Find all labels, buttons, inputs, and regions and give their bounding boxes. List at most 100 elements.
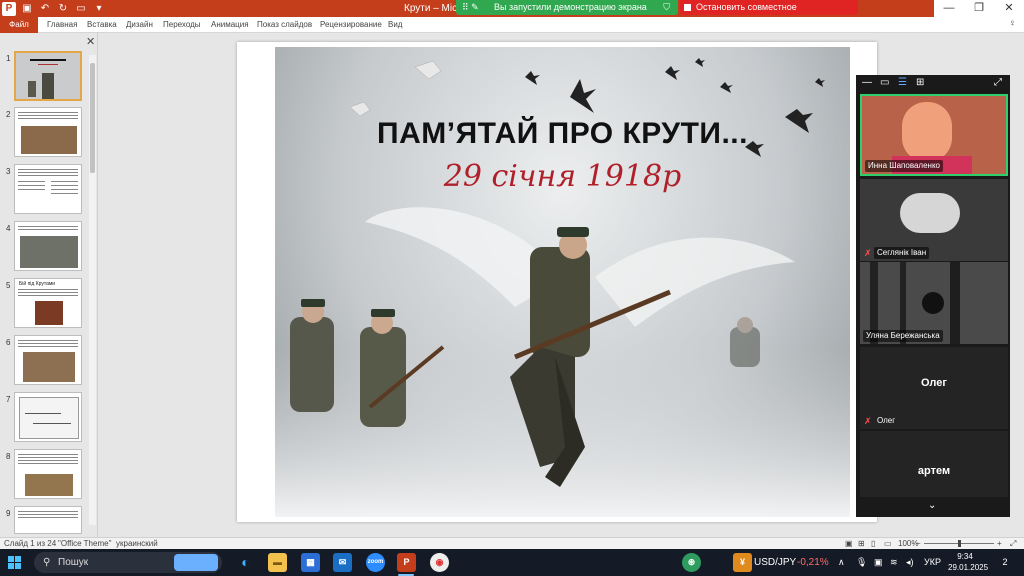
participant-placeholder-name: Олег [921, 377, 947, 389]
participant-tile[interactable]: Уляна Бережанська [860, 262, 1008, 344]
gallery-strip-icon[interactable]: ☰ [898, 77, 907, 88]
tab-design[interactable]: Дизайн [126, 17, 153, 33]
windows-start-icon[interactable] [8, 556, 21, 569]
start-slideshow-icon[interactable]: ▭ [74, 2, 88, 16]
thumbnail-image [14, 164, 82, 214]
muted-mic-icon: ✗ [864, 416, 872, 426]
vpn-icon[interactable]: ⊛ [682, 553, 701, 572]
slide-sorter-icon[interactable]: ⊞ [858, 539, 865, 548]
minimize-panel-icon[interactable]: — [862, 77, 872, 88]
theme-name: "Office Theme" [58, 539, 112, 548]
mail-icon[interactable]: ✉ [333, 553, 352, 572]
participant-tile[interactable]: Инна Шаповаленко [860, 94, 1008, 176]
minimize-button[interactable]: — [934, 0, 964, 17]
thumbnail-2[interactable]: 2 [0, 107, 88, 159]
camera-icon[interactable]: ▣ [874, 549, 883, 576]
thumbnail-number: 5 [6, 281, 11, 290]
video-panel-toolbar: — ▭ ☰ ⊞ ⤢ [856, 75, 1010, 93]
slide-title: ПАМ’ЯТАЙ ПРО КРУТИ... [377, 117, 748, 150]
tab-transitions[interactable]: Переходы [163, 17, 201, 33]
video-participants-panel: — ▭ ☰ ⊞ ⤢ Инна Шаповаленко Сеглянік Іван… [856, 75, 1010, 517]
document-title: Крути – Mic [404, 3, 458, 14]
maximize-button[interactable]: ❐ [964, 0, 994, 17]
market-ticker-symbol[interactable]: USD/JPY [754, 549, 796, 576]
thumbnail-image: Бій під Крутами [14, 278, 82, 328]
thumbnail-3[interactable]: 3 [0, 164, 88, 216]
currency-icon: ¥ [733, 553, 752, 572]
wifi-icon[interactable]: ≋ [890, 549, 898, 576]
thumbnail-4[interactable]: 4 [0, 221, 88, 273]
stop-sharing-button[interactable]: Остановить совместное использование [680, 0, 858, 27]
search-label: Пошук [58, 557, 89, 568]
thumbnail-number: 2 [6, 110, 11, 119]
microphone-icon[interactable]: 🎙 [856, 549, 867, 576]
thumbnail-6[interactable]: 6 [0, 335, 88, 387]
language-indicator[interactable]: УКР [924, 549, 941, 576]
thumbnail-5[interactable]: 5 Бій під Крутами [0, 278, 88, 330]
scrollbar-thumb[interactable] [90, 63, 95, 173]
title-bar: P ▣ ↶ ↻ ▭ ▾ Крути – Mic ⠿ ✎ Вы запустили… [0, 0, 1024, 27]
tab-home[interactable]: Главная [47, 17, 77, 33]
normal-view-icon[interactable]: ▣ [845, 539, 853, 548]
thumbnail-number: 7 [6, 395, 11, 404]
participant-name: Уляна Бережанська [863, 330, 943, 342]
thumbnail-image [14, 449, 82, 499]
market-ticker-change: -0,21% [797, 557, 829, 568]
thumbnail-8[interactable]: 8 [0, 449, 88, 501]
thumbnail-7[interactable]: 7 [0, 392, 88, 444]
zoom-slider-thumb[interactable] [958, 540, 961, 547]
tab-view[interactable]: Вид [388, 17, 402, 33]
tab-animations[interactable]: Анимация [211, 17, 249, 33]
participant-tile[interactable]: Сеглянік Іван ✗ [860, 179, 1008, 261]
participant-tile[interactable]: артем [860, 431, 1008, 497]
thumbnail-scrollbar[interactable] [89, 55, 96, 525]
share-grip-icon[interactable]: ⠿ ✎ [462, 0, 479, 15]
grid-view-icon[interactable]: ⊞ [916, 77, 924, 88]
expand-panel-icon[interactable]: ⤢ [994, 77, 1002, 88]
volume-icon[interactable]: ◂) [906, 549, 914, 576]
stop-icon [684, 4, 691, 11]
system-clock[interactable]: 9:34 29.01.2025 [948, 551, 988, 573]
chrome-icon[interactable]: ◉ [430, 553, 449, 572]
language-indicator[interactable]: украинский [116, 539, 158, 548]
edge-icon[interactable]: ◐ [236, 553, 255, 572]
store-icon[interactable]: ▦ [301, 553, 320, 572]
file-explorer-icon[interactable]: ▬ [268, 553, 287, 572]
powerpoint-icon: P [2, 1, 16, 16]
save-icon[interactable]: ▣ [20, 2, 34, 16]
thumbnail-image [14, 506, 82, 534]
tab-slideshow[interactable]: Показ слайдов [257, 17, 312, 33]
fit-to-window-icon[interactable]: ⤢ [1010, 539, 1016, 549]
close-pane-icon[interactable]: ✕ [86, 35, 95, 48]
close-button[interactable]: ✕ [994, 0, 1024, 17]
ribbon-tabs: Файл Главная Вставка Дизайн Переходы Ани… [0, 17, 1024, 33]
taskbar-search[interactable]: ⚲ Пошук [34, 552, 222, 573]
powerpoint-taskbar-icon[interactable]: P [397, 553, 416, 572]
slide-counter: Слайд 1 из 24 [4, 539, 57, 548]
search-highlight-icon [174, 554, 218, 571]
tab-file[interactable]: Файл [0, 17, 38, 33]
notification-count: 2 [1002, 557, 1008, 567]
participant-tile[interactable]: Олег ✗ Олег [860, 347, 1008, 429]
thumbnail-number: 9 [6, 509, 11, 518]
search-icon[interactable]: ♀ [1009, 18, 1017, 29]
zoom-in-icon[interactable]: + [997, 539, 1002, 548]
view-option-icon[interactable]: ▭ [880, 77, 889, 88]
tab-insert[interactable]: Вставка [87, 17, 117, 33]
chevron-down-icon[interactable]: ⌄ [928, 500, 936, 511]
zoom-out-icon[interactable]: − [916, 539, 921, 548]
avatar [902, 102, 952, 162]
muted-mic-icon: ✗ [864, 248, 872, 258]
notification-icon[interactable]: 2 [998, 555, 1012, 569]
tab-review[interactable]: Рецензирование [320, 17, 382, 33]
thumbnail-1[interactable]: 1 [0, 51, 88, 103]
shield-icon: ⛉ [663, 2, 670, 12]
redo-icon[interactable]: ↻ [56, 2, 70, 16]
chevron-up-icon[interactable]: ∧ [838, 549, 845, 576]
slideshow-view-icon[interactable]: ▭ [884, 539, 892, 548]
undo-icon[interactable]: ↶ [38, 2, 52, 16]
reading-view-icon[interactable]: ▯ [871, 539, 875, 548]
thumbnail-title: Бій під Крутами [19, 281, 56, 287]
customize-toolbar-icon[interactable]: ▾ [92, 2, 106, 16]
zoom-app-icon[interactable]: zoom [366, 553, 385, 572]
